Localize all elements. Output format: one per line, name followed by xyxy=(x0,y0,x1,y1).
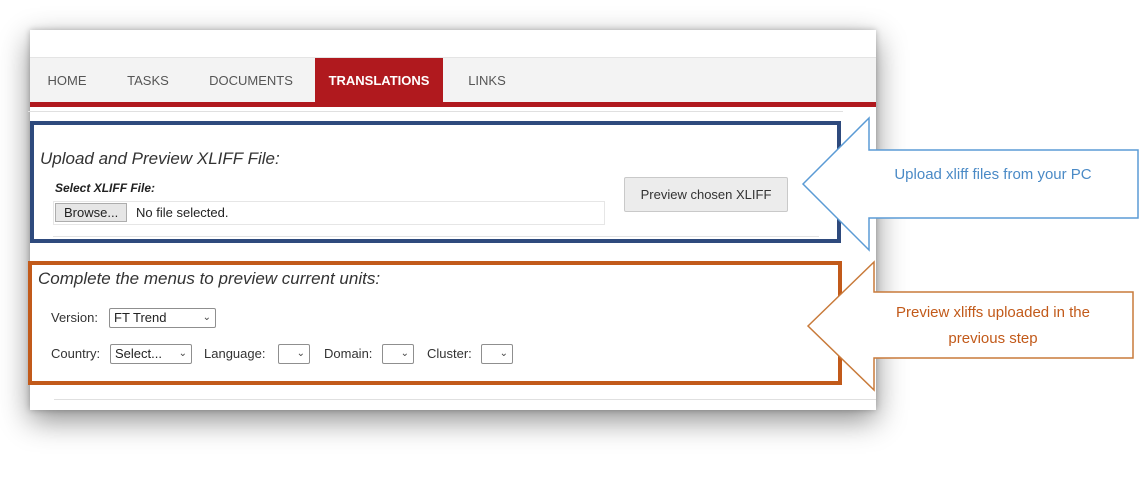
preview-xliff-button[interactable]: Preview chosen XLIFF xyxy=(624,177,788,212)
preview-callout-line: Preview xliffs uploaded in the xyxy=(895,304,1090,321)
upload-callout-text: Upload xliff files from your PC xyxy=(894,166,1092,183)
tab-documents[interactable]: DOCUMENTS xyxy=(206,58,296,103)
domain-select[interactable]: ⌄ xyxy=(382,344,414,364)
country-select[interactable]: Select... ⌄ xyxy=(110,344,192,364)
menus-section-title: Complete the menus to preview current un… xyxy=(38,269,381,288)
language-select[interactable]: ⌄ xyxy=(278,344,310,364)
upload-section-title: Upload and Preview XLIFF File: xyxy=(40,149,280,168)
tab-tasks[interactable]: TASKS xyxy=(124,58,172,103)
divider xyxy=(54,399,876,400)
tab-links[interactable]: LINKS xyxy=(463,58,511,103)
app-screenshot: HOME TASKS DOCUMENTS TRANSLATIONS LINKS … xyxy=(28,30,876,410)
chevron-down-icon: ⌄ xyxy=(499,348,508,359)
chevron-down-icon: ⌄ xyxy=(400,348,409,359)
top-strip xyxy=(30,30,876,57)
divider xyxy=(53,236,819,237)
version-select[interactable]: FT Trend ⌄ xyxy=(109,308,216,328)
tab-home[interactable]: HOME xyxy=(46,58,88,103)
cluster-select[interactable]: ⌄ xyxy=(481,344,513,364)
chevron-down-icon: ⌄ xyxy=(296,348,305,359)
file-status-text: No file selected. xyxy=(136,205,229,220)
file-input[interactable]: Browse... No file selected. xyxy=(53,201,605,225)
upload-section: Upload and Preview XLIFF File: Select XL… xyxy=(30,121,841,243)
tab-translations[interactable]: TRANSLATIONS xyxy=(315,58,443,107)
nav-bar: HOME TASKS DOCUMENTS TRANSLATIONS LINKS xyxy=(30,57,876,107)
language-label: Language: xyxy=(204,346,266,361)
divider xyxy=(28,111,843,112)
preview-callout-line: previous step xyxy=(948,330,1038,347)
version-label: Version: xyxy=(51,310,98,325)
domain-label: Domain: xyxy=(324,346,373,361)
cluster-label: Cluster: xyxy=(427,346,472,361)
file-select-label: Select XLIFF File: xyxy=(55,181,156,195)
nav-underline xyxy=(30,102,876,107)
chevron-down-icon: ⌄ xyxy=(202,312,211,323)
version-select-value: FT Trend xyxy=(114,310,167,325)
preview-callout-text: Preview xliffs uploaded in the previous … xyxy=(858,300,1128,352)
country-select-value: Select... xyxy=(115,346,162,361)
menus-section: Complete the menus to preview current un… xyxy=(28,261,842,385)
browse-button[interactable]: Browse... xyxy=(55,203,128,222)
chevron-down-icon: ⌄ xyxy=(178,348,187,359)
country-label: Country: xyxy=(51,346,101,361)
